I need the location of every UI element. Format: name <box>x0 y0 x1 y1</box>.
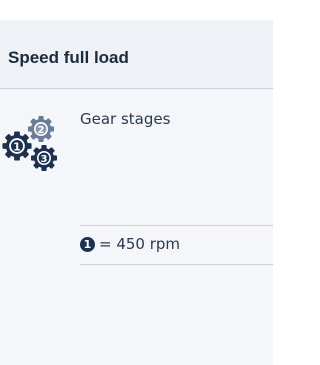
gear-stages-label: Gear stages <box>80 110 171 128</box>
gear-number-2: 2 <box>38 125 45 136</box>
section-title: Speed full load <box>8 48 129 67</box>
gear-number-3: 3 <box>41 154 48 165</box>
gear-number-1: 1 <box>13 141 21 154</box>
speed-row-bottom-divider <box>80 264 273 265</box>
gears-icon: 1 2 3 <box>2 116 57 171</box>
speed-value-row: 1 = 450 rpm <box>80 235 180 253</box>
speed-row-top-divider <box>80 225 273 226</box>
stage-number-badge: 1 <box>80 236 95 252</box>
section-header: Speed full load <box>0 20 273 88</box>
top-strip <box>0 0 273 20</box>
speed-value: = 450 rpm <box>99 235 181 253</box>
